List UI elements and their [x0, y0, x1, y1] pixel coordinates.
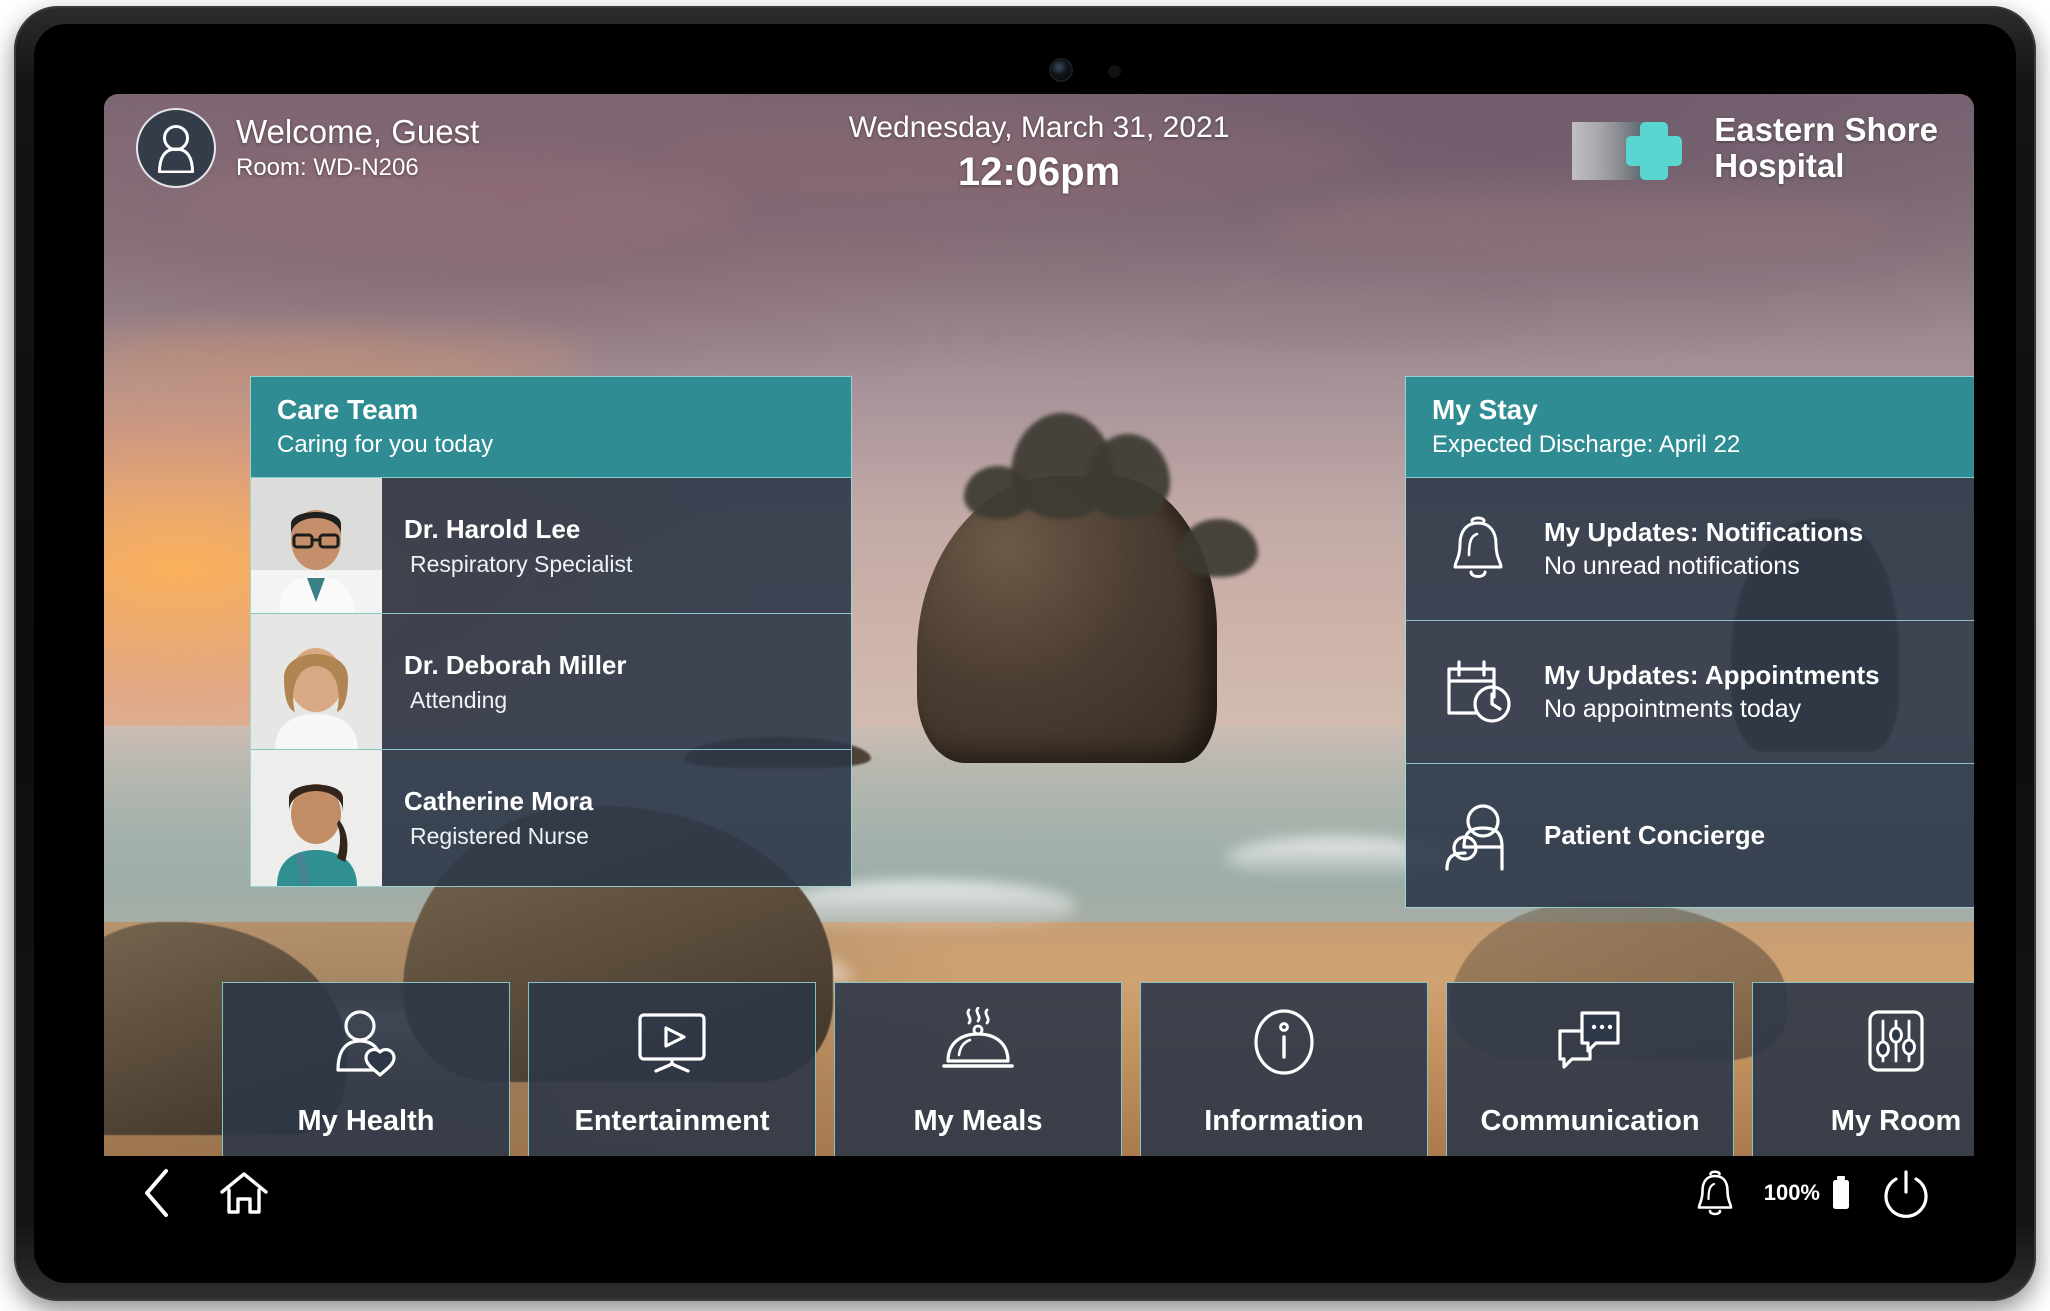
care-member-role: Registered Nurse [410, 823, 589, 850]
care-member-role: Respiratory Specialist [410, 550, 633, 577]
current-time: 12:06pm [957, 150, 1121, 194]
care-team-member-row[interactable]: Dr. Deborah Miller Attending [251, 614, 851, 751]
info-circle-icon [1251, 1005, 1317, 1079]
chat-bubbles-icon [1550, 1005, 1630, 1079]
tile-my-meals[interactable]: My Meals [834, 982, 1122, 1156]
welcome-greeting: Welcome, Guest [236, 113, 480, 151]
care-member-photo [251, 614, 382, 750]
power-icon[interactable] [1880, 1167, 1932, 1219]
welcome-block: Welcome, Guest Room: WD-N206 [136, 108, 479, 188]
tile-label: Entertainment [574, 1105, 770, 1137]
person-heart-icon [330, 1005, 402, 1079]
tile-label: My Room [1830, 1105, 1962, 1137]
expected-discharge: Expected Discharge: April 22 [1432, 431, 1741, 459]
bottom-navigation-bar: 100% [104, 1156, 1974, 1230]
battery-full-icon [1833, 1176, 1849, 1209]
tile-my-health[interactable]: My Health [222, 982, 510, 1156]
front-camera-icon [1051, 60, 1071, 80]
top-header: Welcome, Guest Room: WD-N206 Wednesday, … [104, 94, 1974, 222]
hospital-brand: Eastern Shore Hospital [1572, 112, 1938, 184]
battery-status: 100% [1764, 1174, 1852, 1212]
room-number: Room: WD-N206 [236, 153, 419, 181]
care-member-name: Dr. Harold Lee [404, 513, 581, 544]
bell-icon[interactable] [1694, 1169, 1736, 1217]
notifications-row[interactable]: My Updates: Notifications No unread noti… [1406, 478, 1974, 622]
tile-my-room[interactable]: My Room [1752, 982, 1974, 1156]
patient-concierge-row[interactable]: Patient Concierge [1406, 764, 1974, 908]
back-chevron-icon[interactable] [138, 1165, 178, 1221]
care-team-panel: Care Team Caring for you today Dr. Harol… [250, 376, 852, 888]
care-team-subtitle: Caring for you today [277, 431, 494, 459]
home-icon[interactable] [218, 1168, 270, 1218]
proximity-sensor-icon [1108, 65, 1121, 78]
notifications-title: My Updates: Notifications [1544, 517, 1864, 548]
patient-concierge-title: Patient Concierge [1544, 820, 1766, 851]
care-member-role: Attending [410, 686, 508, 713]
my-stay-panel: My Stay Expected Discharge: April 22 My … [1405, 376, 1974, 909]
two-people-icon [1428, 801, 1528, 871]
datetime-block: Wednesday, March 31, 2021 12:06pm [849, 110, 1230, 195]
care-team-header: Care Team Caring for you today [251, 377, 851, 479]
care-member-photo [251, 750, 382, 887]
bell-icon [1428, 514, 1528, 584]
avatar [136, 108, 216, 188]
brand-name-line1: Eastern Shore [1714, 111, 1938, 149]
my-stay-title: My Stay [1432, 394, 1538, 425]
notifications-status: No unread notifications [1544, 552, 1800, 581]
medical-cross-icon [1572, 112, 1696, 184]
tile-information[interactable]: Information [1140, 982, 1428, 1156]
appointments-row[interactable]: My Updates: Appointments No appointments… [1406, 621, 1974, 765]
care-member-photo [251, 478, 382, 614]
tile-label: My Meals [913, 1105, 1043, 1137]
tablet-frame: Welcome, Guest Room: WD-N206 Wednesday, … [14, 6, 2036, 1301]
care-member-name: Catherine Mora [404, 786, 594, 817]
food-cloche-icon [938, 1005, 1018, 1079]
current-date: Wednesday, March 31, 2021 [848, 111, 1230, 144]
appointments-title: My Updates: Appointments [1544, 660, 1880, 691]
tv-play-icon [632, 1005, 712, 1079]
tile-entertainment[interactable]: Entertainment [528, 982, 816, 1156]
my-stay-header: My Stay Expected Discharge: April 22 [1406, 377, 1974, 479]
appointments-status: No appointments today [1544, 695, 1802, 724]
main-menu-tiles: My Health Entertainment My Meals Informa… [222, 982, 1974, 1156]
calendar-clock-icon [1428, 657, 1528, 727]
care-team-member-row[interactable]: Catherine Mora Registered Nurse [251, 750, 851, 887]
person-icon [158, 125, 194, 173]
tile-label: Communication [1480, 1105, 1700, 1137]
screen: Welcome, Guest Room: WD-N206 Wednesday, … [104, 94, 1974, 1156]
care-member-name: Dr. Deborah Miller [404, 649, 627, 680]
sliders-icon [1861, 1005, 1931, 1079]
care-team-member-row[interactable]: Dr. Harold Lee Respiratory Specialist [251, 478, 851, 615]
brand-name-line2: Hospital [1714, 147, 1845, 184]
tile-label: Information [1204, 1105, 1364, 1137]
tile-label: My Health [297, 1105, 435, 1137]
battery-percentage: 100% [1763, 1180, 1820, 1205]
care-team-title: Care Team [277, 394, 419, 425]
tile-communication[interactable]: Communication [1446, 982, 1734, 1156]
